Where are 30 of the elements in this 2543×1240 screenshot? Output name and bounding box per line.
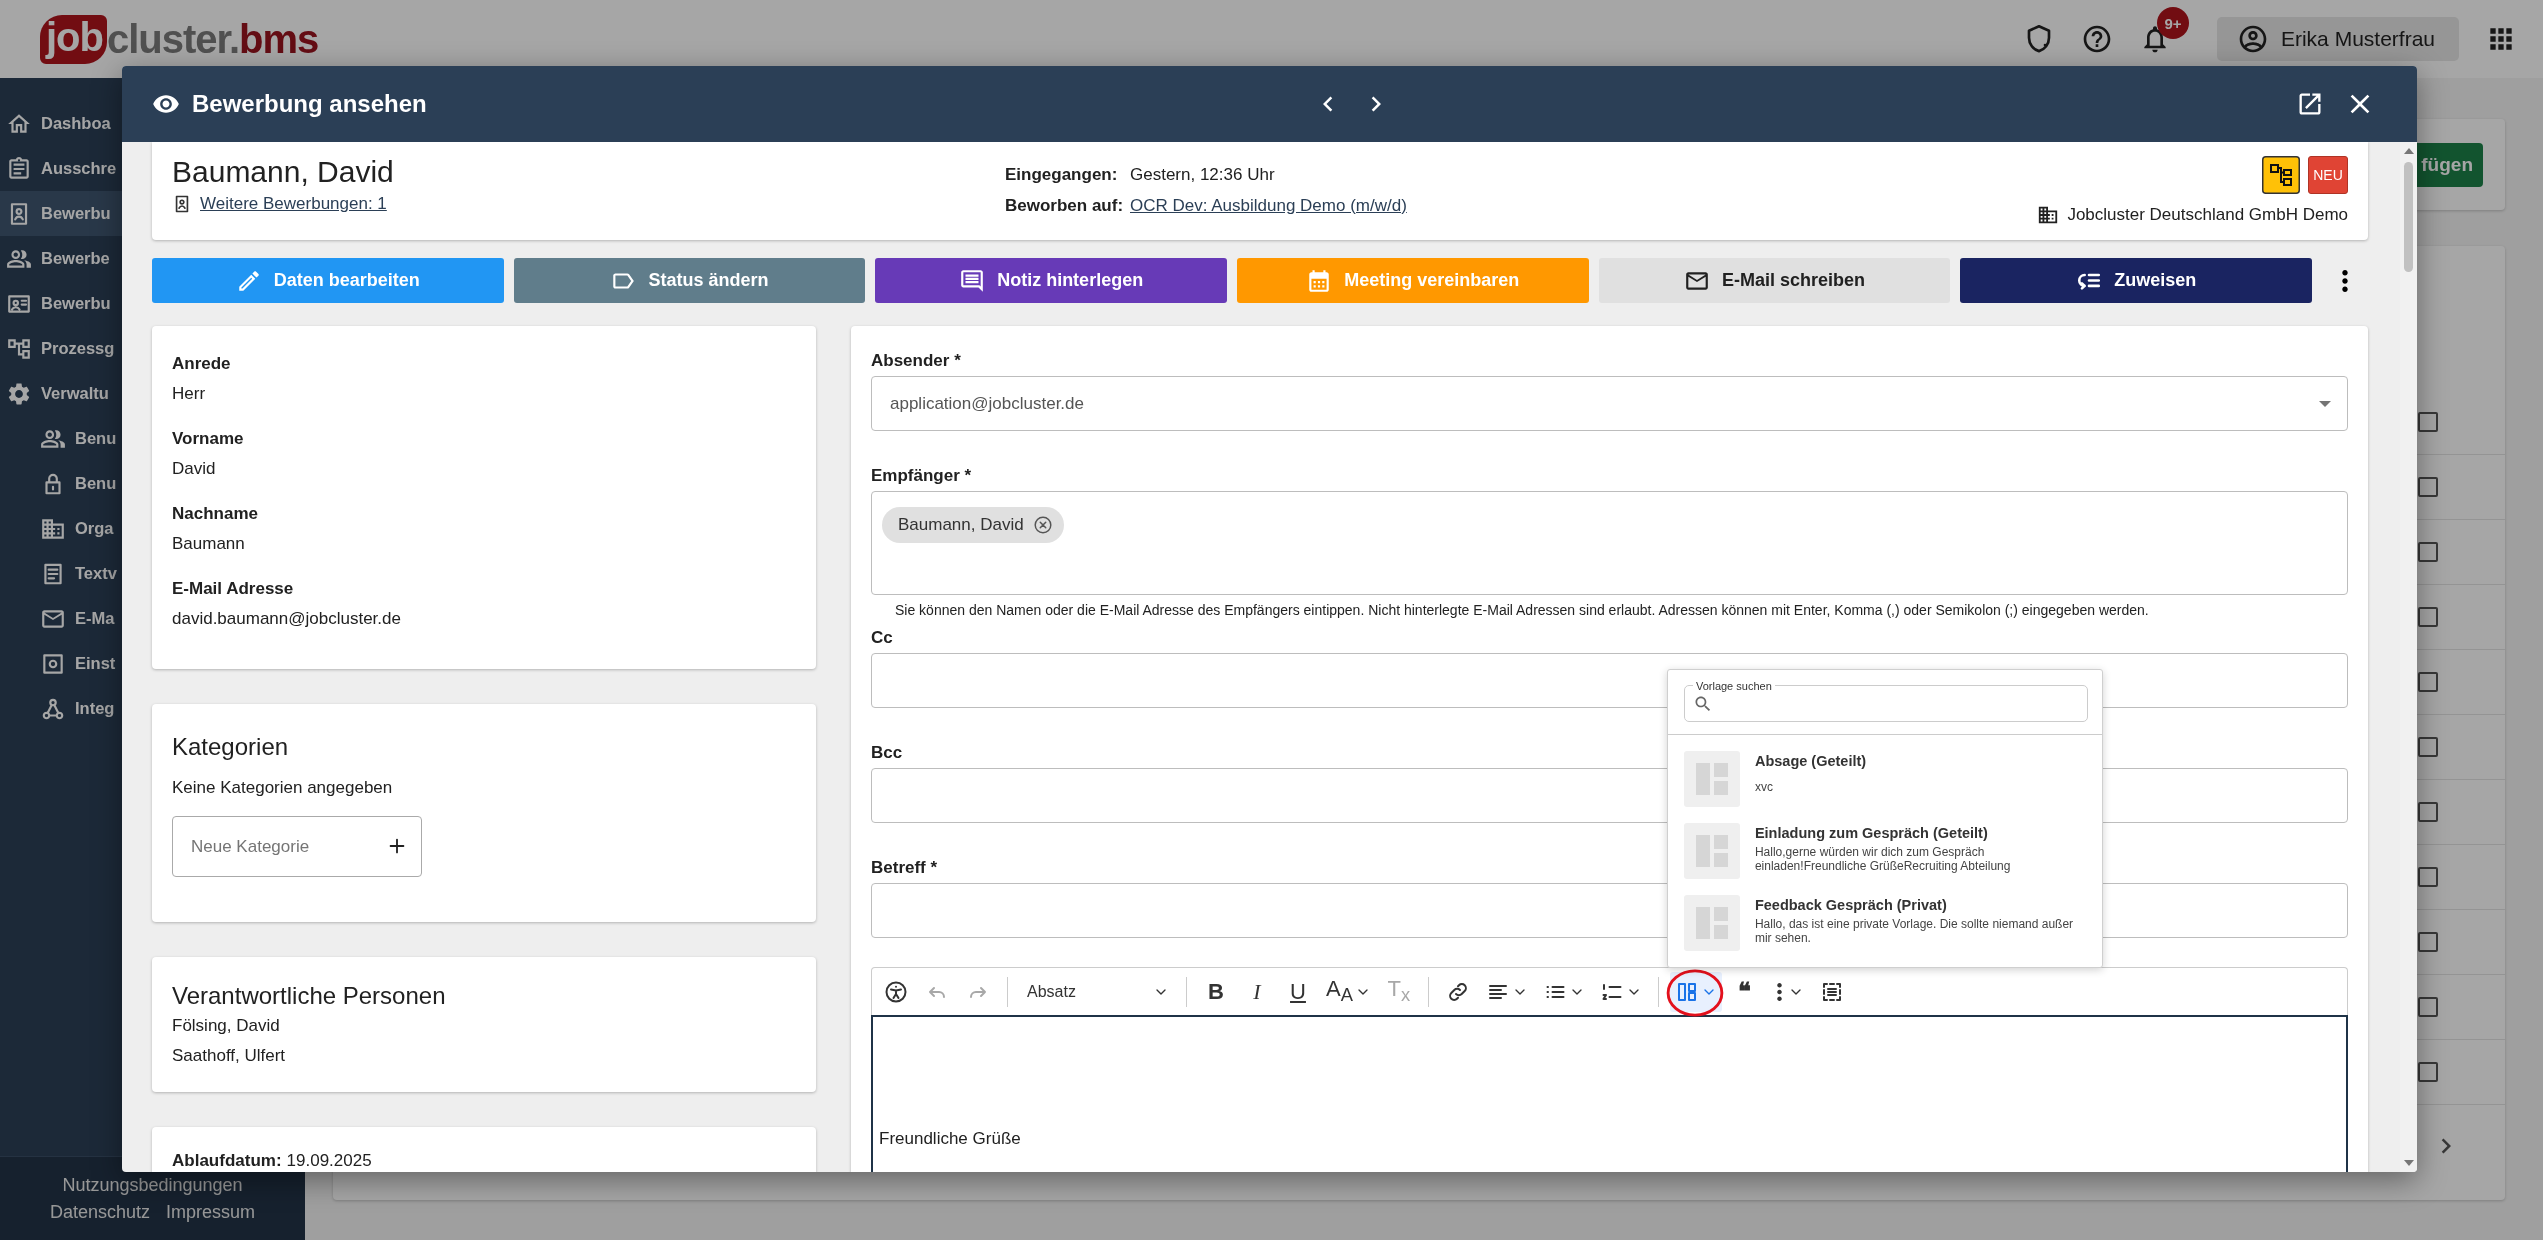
expiry-value: 19.09.2025 bbox=[286, 1150, 372, 1172]
field-label: Betreff * bbox=[871, 857, 938, 879]
empty-message: Keine Kategorien angegeben bbox=[172, 777, 394, 799]
field-label: Bcc bbox=[871, 742, 903, 764]
received-value: Gestern, 12:36 Uhr bbox=[1130, 164, 1276, 186]
status-badge: NEU bbox=[2308, 156, 2348, 194]
received-label: Eingegangen: bbox=[1005, 164, 1119, 186]
card-title: Kategorien bbox=[172, 732, 290, 762]
detail-value: Baumann bbox=[172, 533, 246, 555]
field-label: Empfänger * bbox=[871, 465, 972, 487]
body-text: Freundliche Grüße bbox=[879, 1129, 1022, 1149]
expiry-label: Ablaufdatum: bbox=[172, 1150, 282, 1172]
detail-value: david.baumann@jobcluster.de bbox=[172, 608, 402, 630]
detail-label: E-Mail Adresse bbox=[172, 578, 295, 600]
field-label: Absender * bbox=[871, 350, 961, 372]
detail-label: Nachname bbox=[172, 503, 259, 525]
detail-value: Herr bbox=[172, 383, 207, 405]
dialog-title: Bewerbung ansehen bbox=[192, 90, 427, 118]
detail-value: David bbox=[172, 458, 217, 480]
helper-text: Sie können den Namen oder die E-Mail Adresse des Empfängers eintippen. Nicht hinterlegte E-Mail Adressen sind erlaubt. Adressen können mit Enter, Komma (,) oder Semikolon (;) eingegeben werden. bbox=[894, 602, 2150, 619]
person-name: Saathoff, Ulfert bbox=[172, 1045, 287, 1067]
applicant-name: Baumann, David bbox=[172, 154, 395, 190]
detail-label: Vorname bbox=[172, 428, 245, 450]
person-name: Fölsing, David bbox=[172, 1015, 281, 1037]
detail-label: Anrede bbox=[172, 353, 232, 375]
company-name: Jobcluster Deutschland GmbH Demo bbox=[2067, 205, 2348, 225]
field-label: Cc bbox=[871, 627, 893, 649]
notification-badge: 9+ bbox=[2156, 7, 2189, 39]
applied-label: Beworben auf: bbox=[1005, 195, 1125, 217]
card-title: Verantwortliche Personen bbox=[172, 981, 447, 1011]
